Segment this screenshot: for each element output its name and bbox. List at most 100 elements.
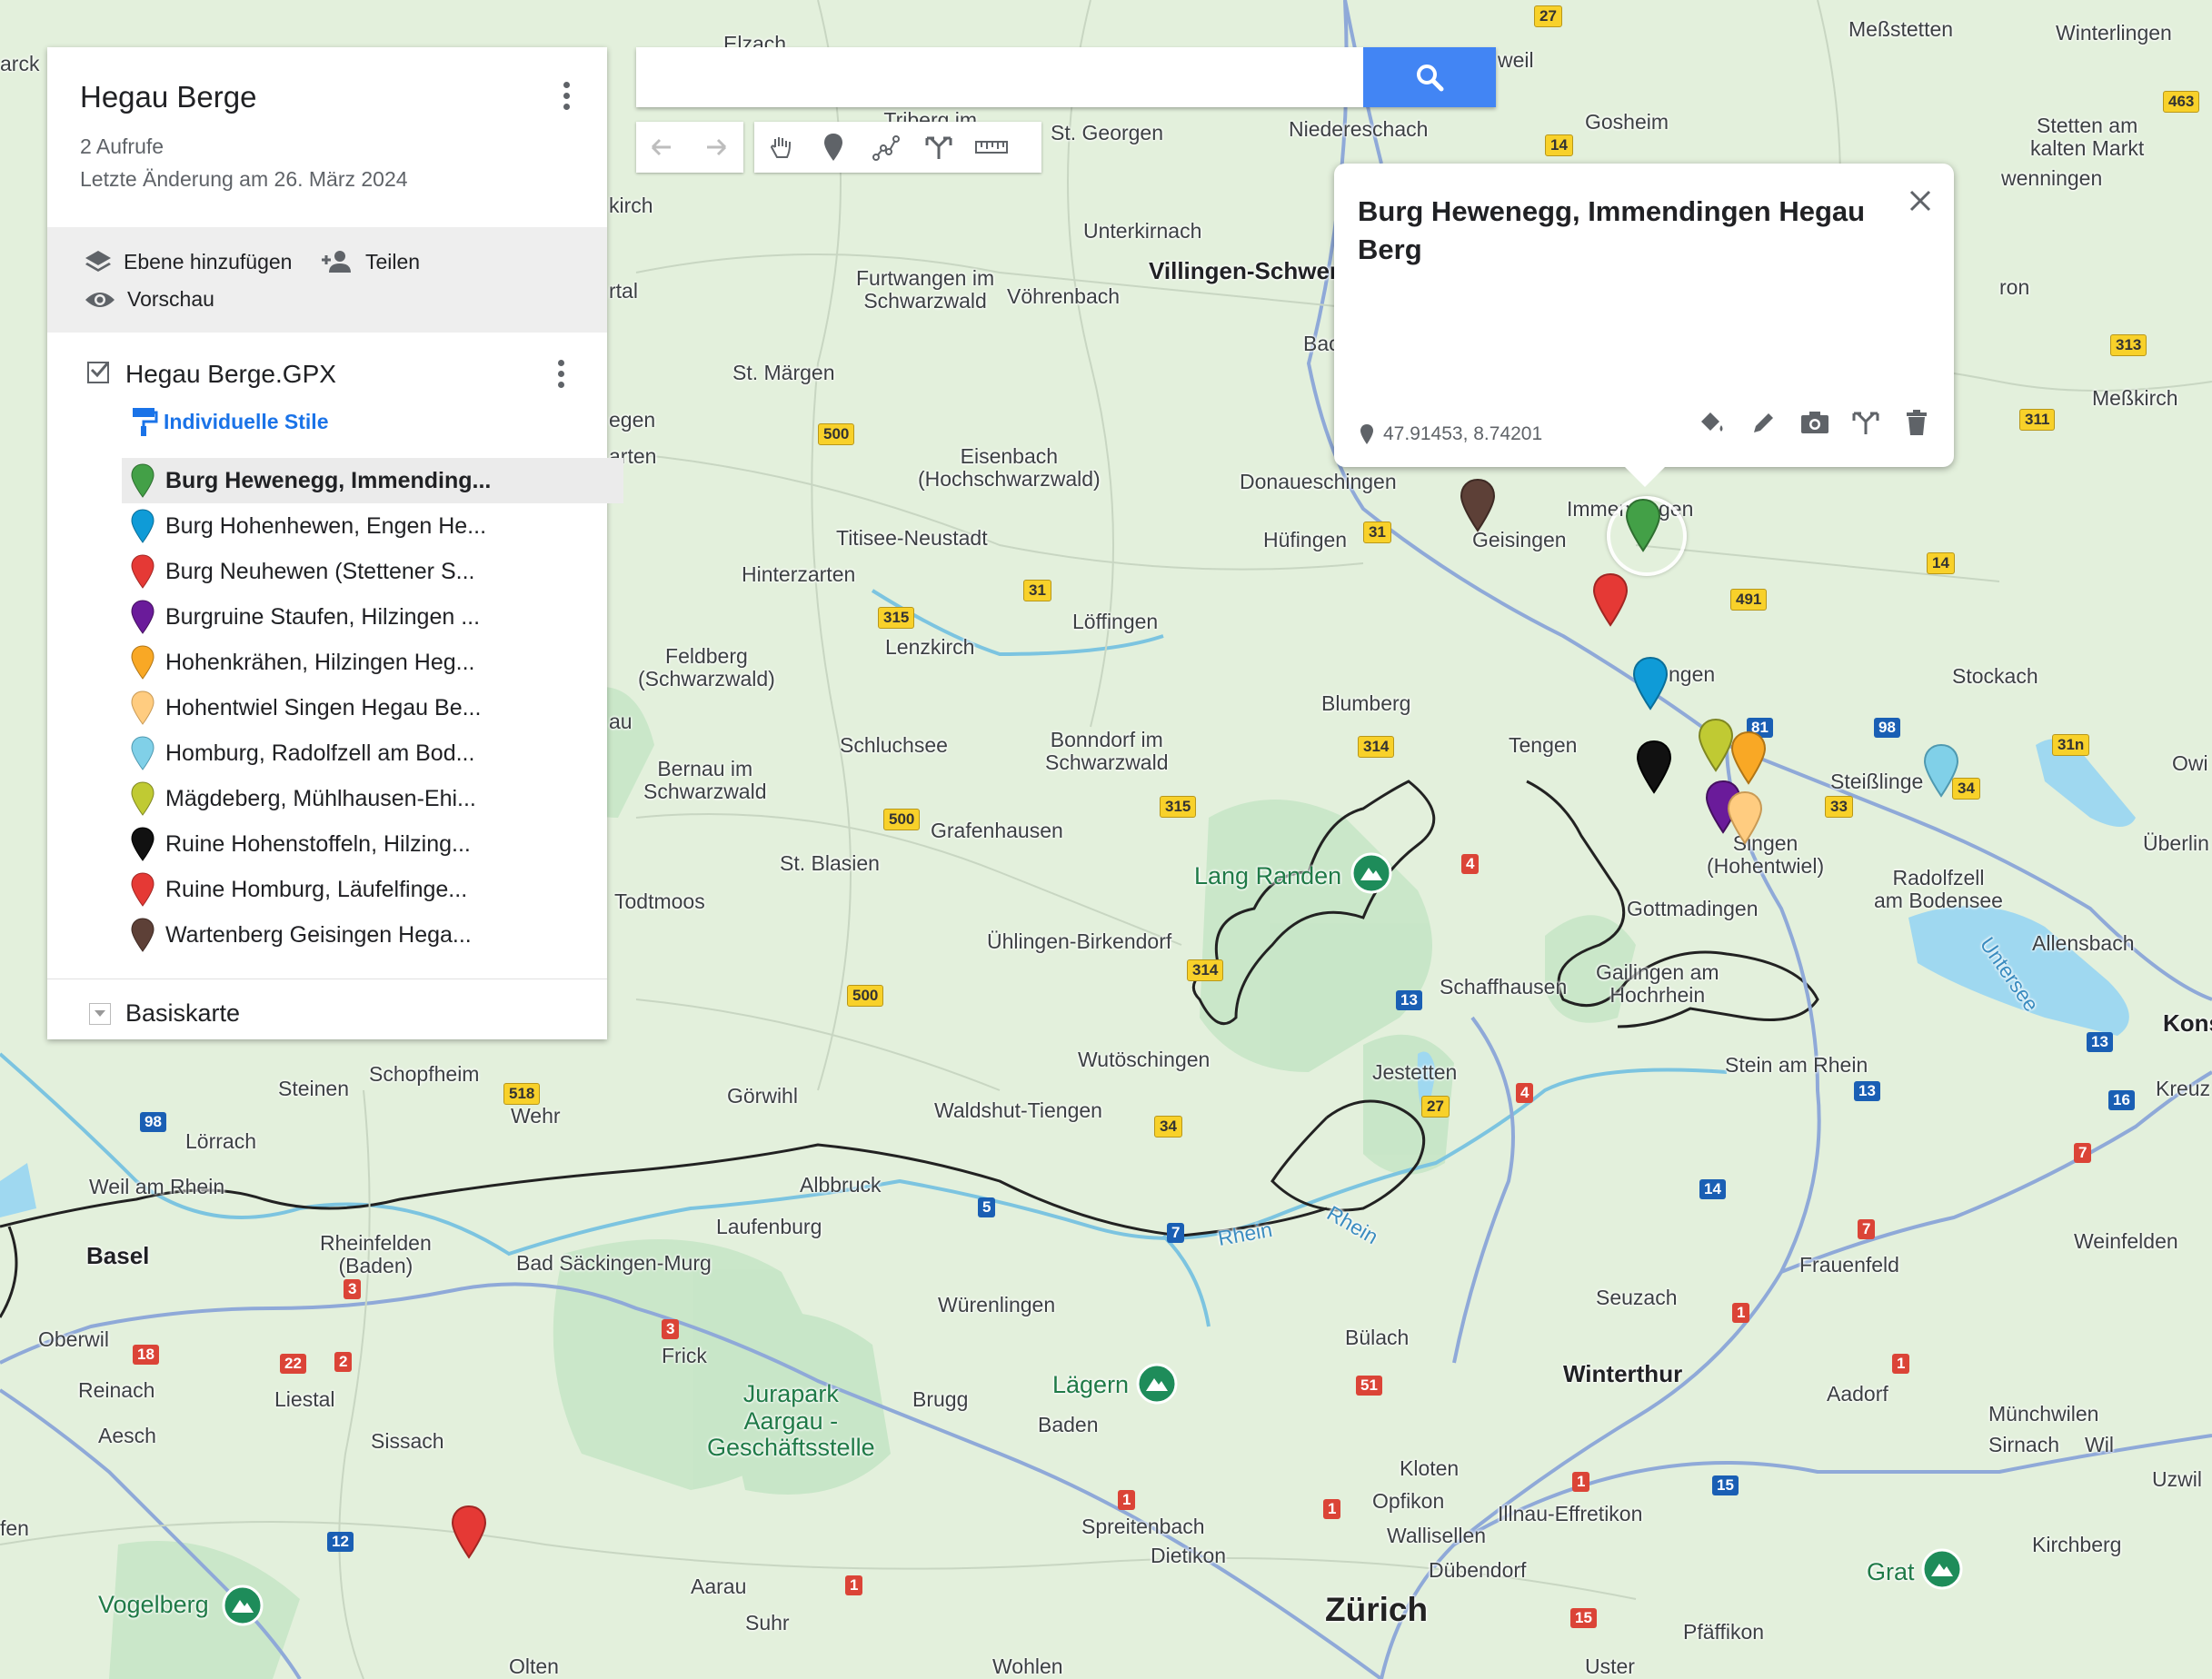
city-label-blumberg: Blumberg bbox=[1321, 691, 1411, 715]
road-shield: 500 bbox=[883, 809, 921, 830]
list-item[interactable]: Burg Hohenhewen, Engen He... bbox=[122, 503, 623, 549]
share-label: Teilen bbox=[365, 249, 421, 273]
city-label-schluchsee: Schluchsee bbox=[840, 733, 948, 757]
road-shield: 22 bbox=[280, 1354, 306, 1374]
map-title[interactable]: Hegau Berge bbox=[80, 80, 256, 114]
map-pin-hohenstoffeln[interactable] bbox=[1636, 740, 1672, 794]
map-pin-hohenkraehen[interactable] bbox=[1730, 730, 1767, 785]
city-label-villingen: Villingen-Schwenn bbox=[1149, 257, 1359, 284]
panel-header: Hegau Berge 2 Aufrufe Letzte Änderung am… bbox=[47, 47, 607, 227]
marker-icon bbox=[1360, 424, 1373, 444]
map-pin-ruine-homburg[interactable] bbox=[451, 1505, 487, 1559]
list-item[interactable]: Hohentwiel Singen Hegau Be... bbox=[122, 685, 623, 730]
city-label-stmaergen: St. Märgen bbox=[732, 361, 835, 384]
road-shield: 13 bbox=[1396, 990, 1422, 1010]
city-label-egen: egen bbox=[609, 408, 656, 432]
road-shield: 315 bbox=[878, 607, 915, 629]
city-label-illnau: Illnau-Effretikon bbox=[1498, 1502, 1643, 1525]
list-item[interactable]: Ruine Homburg, Läufelfinge... bbox=[122, 867, 623, 912]
panel-actions: Ebene hinzufügen Teilen Vorschau bbox=[47, 227, 607, 333]
peak-marker-icon[interactable] bbox=[1350, 852, 1392, 894]
list-item[interactable]: Ruine Hohenstoffeln, Hilzing... bbox=[122, 821, 623, 867]
directions-icon[interactable] bbox=[1848, 405, 1883, 440]
list-item-label: Burgruine Staufen, Hilzingen ... bbox=[165, 603, 481, 630]
list-item[interactable]: Wartenberg Geisingen Hega... bbox=[122, 912, 623, 958]
city-label-messkirch: Meßkirch bbox=[2092, 386, 2178, 410]
individual-styles-label: Individuelle Stile bbox=[164, 409, 329, 433]
map-pin-burg-hohenhewen[interactable] bbox=[1632, 656, 1669, 710]
map-pin-maegdeberg[interactable] bbox=[1698, 718, 1734, 772]
directions-button[interactable] bbox=[912, 122, 965, 173]
redo-button[interactable] bbox=[689, 122, 742, 173]
map-pin-homburg-radolfzell[interactable] bbox=[1923, 743, 1959, 798]
layer-name[interactable]: Hegau Berge.GPX bbox=[125, 360, 336, 389]
list-item[interactable]: Burg Hewenegg, Immending... bbox=[122, 458, 623, 503]
map-pin-wartenberg[interactable] bbox=[1460, 478, 1496, 532]
city-label-rtal: rtal bbox=[609, 279, 638, 303]
map-pin-burg-hewenegg[interactable] bbox=[1625, 498, 1661, 552]
camera-icon[interactable] bbox=[1798, 405, 1832, 440]
peak-label-vogelberg: Vogelberg bbox=[98, 1591, 209, 1618]
road-shield: 1 bbox=[1118, 1490, 1136, 1510]
city-label-wutoeschingen: Wutöschingen bbox=[1078, 1048, 1211, 1071]
view-count: 2 Aufrufe bbox=[80, 134, 164, 158]
layer-visibility-checkbox[interactable] bbox=[87, 362, 109, 383]
search-input[interactable] bbox=[636, 47, 1363, 107]
road-shield: 27 bbox=[1534, 5, 1562, 27]
city-label-titisee: Titisee-Neustadt bbox=[836, 526, 988, 550]
road-shield: 18 bbox=[133, 1345, 159, 1365]
city-label-frick: Frick bbox=[662, 1344, 707, 1367]
map-pin-burg-neuhewen[interactable] bbox=[1592, 572, 1629, 627]
city-label-kirch: kirch bbox=[609, 194, 653, 217]
city-label-aadorf: Aadorf bbox=[1827, 1382, 1888, 1406]
peak-marker-icon[interactable] bbox=[1136, 1363, 1178, 1405]
add-layer-button[interactable]: Ebene hinzufügen bbox=[84, 249, 292, 274]
road-shield: 16 bbox=[2108, 1090, 2135, 1110]
peak-marker-icon[interactable] bbox=[222, 1585, 264, 1626]
close-icon[interactable] bbox=[1908, 189, 1932, 217]
marker-icon bbox=[824, 134, 842, 161]
add-marker-button[interactable] bbox=[807, 122, 860, 173]
road-shield: 500 bbox=[847, 985, 884, 1007]
city-label-gottmadingen: Gottmadingen bbox=[1627, 897, 1759, 920]
layer-options-icon[interactable] bbox=[558, 360, 569, 388]
city-label-goerwihl: Görwihl bbox=[727, 1084, 798, 1108]
pan-tool-button[interactable] bbox=[754, 122, 807, 173]
city-label-oberwil: Oberwil bbox=[38, 1327, 109, 1351]
map-pin-hohentwiel[interactable] bbox=[1727, 790, 1763, 845]
basemap-toggle[interactable]: Basiskarte bbox=[89, 999, 240, 1028]
undo-button[interactable] bbox=[636, 122, 689, 173]
list-item[interactable]: Mägdeberg, Mühlhausen-Ehi... bbox=[122, 776, 623, 821]
list-item[interactable]: Hohenkrähen, Hilzingen Heg... bbox=[122, 640, 623, 685]
list-item[interactable]: Burg Neuhewen (Stettener S... bbox=[122, 549, 623, 594]
city-label-weinfelden: Weinfelden bbox=[2074, 1229, 2178, 1253]
list-item[interactable]: Homburg, Radolfzell am Bod... bbox=[122, 730, 623, 776]
list-item-label: Mägdeberg, Mühlhausen-Ehi... bbox=[165, 785, 476, 811]
peak-marker-icon[interactable] bbox=[1921, 1548, 1963, 1590]
road-shield: 314 bbox=[1358, 736, 1395, 758]
city-label-steinen: Steinen bbox=[278, 1077, 350, 1100]
edit-icon[interactable] bbox=[1747, 405, 1781, 440]
share-button[interactable]: Teilen bbox=[320, 249, 420, 274]
city-label-sirnach: Sirnach bbox=[1988, 1433, 2059, 1456]
draw-line-button[interactable] bbox=[860, 122, 912, 173]
marker-icon bbox=[131, 781, 154, 816]
map-options-icon[interactable] bbox=[563, 82, 574, 110]
road-shield: 518 bbox=[503, 1083, 541, 1105]
city-label-duebendorf: Dübendorf bbox=[1429, 1558, 1527, 1582]
city-label-wil: Wil bbox=[2085, 1433, 2114, 1456]
individual-styles-link[interactable]: Individuelle Stile bbox=[131, 406, 328, 437]
city-label-uberlin: Überlin bbox=[2143, 831, 2209, 855]
paint-bucket-icon[interactable] bbox=[1696, 405, 1730, 440]
preview-button[interactable]: Vorschau bbox=[84, 287, 214, 312]
road-shield: 315 bbox=[1160, 796, 1197, 818]
list-item[interactable]: Burgruine Staufen, Hilzingen ... bbox=[122, 594, 623, 640]
list-item-label: Burg Hewenegg, Immending... bbox=[165, 467, 492, 493]
marker-icon bbox=[131, 736, 154, 770]
city-label-badsaeckingen: Bad Säckingen-Murg bbox=[516, 1251, 712, 1275]
search-button[interactable] bbox=[1363, 47, 1496, 107]
road-shield: 500 bbox=[818, 423, 855, 445]
delete-icon[interactable] bbox=[1899, 405, 1934, 440]
map-side-panel: Hegau Berge 2 Aufrufe Letzte Änderung am… bbox=[47, 47, 623, 1039]
measure-button[interactable] bbox=[965, 122, 1018, 173]
